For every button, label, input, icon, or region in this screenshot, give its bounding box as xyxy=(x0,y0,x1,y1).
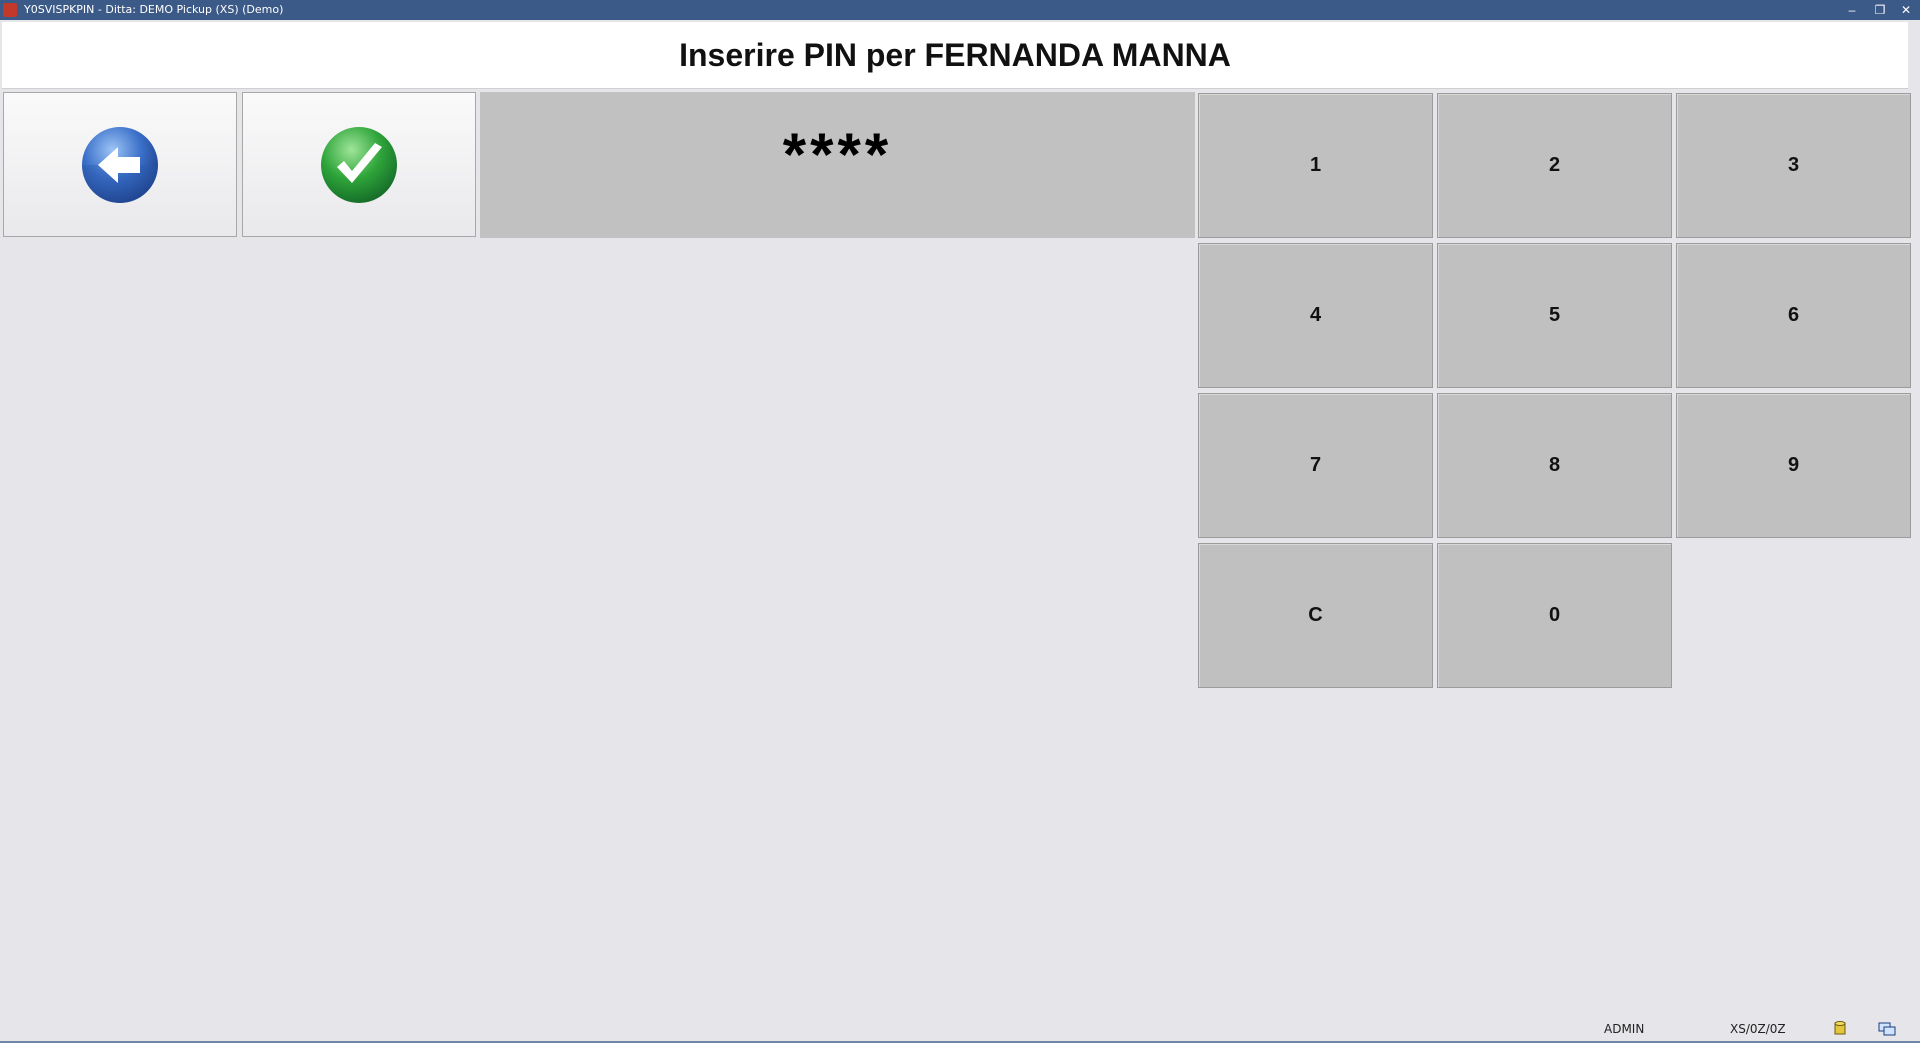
pin-masked-value: **** xyxy=(782,121,893,188)
key-1[interactable]: 1 xyxy=(1198,93,1433,238)
window-titlebar: Y0SVISPKPIN - Ditta: DEMO Pickup (XS) (D… xyxy=(0,0,1920,20)
status-bar: ADMIN XS/0Z/0Z xyxy=(0,1016,1920,1043)
close-button[interactable]: ✕ xyxy=(1894,0,1918,20)
confirm-button[interactable] xyxy=(242,92,476,237)
page-title: Inserire PIN per FERNANDA MANNA xyxy=(679,36,1231,73)
key-6[interactable]: 6 xyxy=(1676,243,1911,388)
arrow-left-circle-icon xyxy=(82,126,158,203)
window-title: Y0SVISPKPIN - Ditta: DEMO Pickup (XS) (D… xyxy=(24,3,284,16)
status-user: ADMIN xyxy=(1604,1022,1645,1036)
database-icon xyxy=(1834,1021,1846,1035)
key-7[interactable]: 7 xyxy=(1198,393,1433,538)
minimize-button[interactable]: – xyxy=(1840,0,1864,20)
pin-display: **** xyxy=(480,92,1195,238)
key-4[interactable]: 4 xyxy=(1198,243,1433,388)
app-icon xyxy=(3,3,17,17)
header-bar: Inserire PIN per FERNANDA MANNA xyxy=(2,22,1908,89)
status-code: XS/0Z/0Z xyxy=(1730,1022,1786,1036)
restore-button[interactable]: ❐ xyxy=(1868,0,1892,20)
key-clear[interactable]: C xyxy=(1198,543,1433,688)
back-button[interactable] xyxy=(3,92,237,237)
key-8[interactable]: 8 xyxy=(1437,393,1672,538)
key-9[interactable]: 9 xyxy=(1676,393,1911,538)
monitor-icon[interactable] xyxy=(1878,1022,1896,1036)
key-0[interactable]: 0 xyxy=(1437,543,1672,688)
key-2[interactable]: 2 xyxy=(1437,93,1672,238)
check-circle-icon xyxy=(321,126,397,203)
key-5[interactable]: 5 xyxy=(1437,243,1672,388)
key-3[interactable]: 3 xyxy=(1676,93,1911,238)
